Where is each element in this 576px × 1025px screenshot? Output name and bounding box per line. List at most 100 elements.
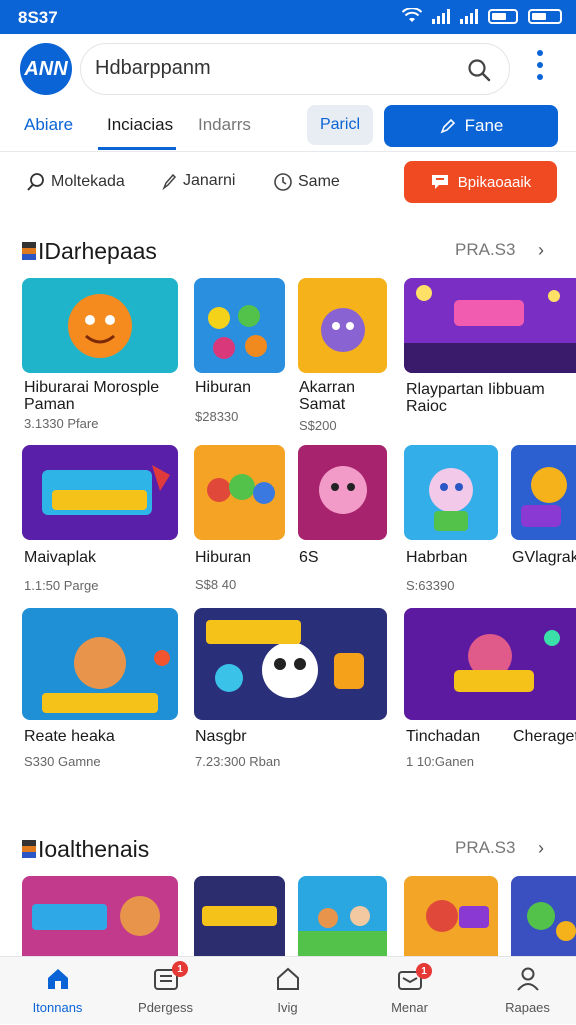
nav-progress[interactable]: 1 Pdergess <box>108 957 223 1025</box>
game-thumbnail[interactable] <box>511 445 576 540</box>
pill-button[interactable]: Paricl <box>307 105 373 145</box>
game-thumbnail[interactable] <box>194 608 387 720</box>
signal-icon-2 <box>460 8 478 24</box>
game-title[interactable]: Hiburan <box>195 379 251 396</box>
chat-icon <box>431 175 448 189</box>
search-icon[interactable] <box>467 58 491 82</box>
nav-ivig[interactable]: Ivig <box>230 957 345 1025</box>
game-art-17 <box>511 876 576 956</box>
tab-bar: Abiare Inciacias Indarrs Paricl Fane <box>0 102 576 152</box>
game-art-3 <box>298 278 387 373</box>
game-title[interactable]: Akarran Samat <box>299 379 389 413</box>
filter-label: Janarni <box>183 172 236 189</box>
pill-button-label: Paricl <box>319 116 360 133</box>
game-button[interactable]: Fane <box>384 105 558 147</box>
signal-icon <box>432 8 450 24</box>
game-thumbnail[interactable] <box>194 278 285 373</box>
status-icons <box>402 8 562 24</box>
game-art-16 <box>404 876 498 956</box>
battery-icon <box>488 8 518 24</box>
game-thumbnail[interactable] <box>22 876 178 956</box>
filter-same[interactable]: Same <box>273 172 340 192</box>
game-art-12 <box>404 608 576 720</box>
game-thumbnail[interactable] <box>404 876 498 956</box>
nav-home[interactable]: Itonnans <box>0 957 115 1025</box>
game-title[interactable]: Maivaplak <box>24 549 96 566</box>
battery-icon-2 <box>528 8 562 24</box>
filter-janarni[interactable]: Janarni <box>162 172 235 190</box>
filter-action-button[interactable]: Bpikaoaaik <box>404 161 557 203</box>
chevron-right-icon[interactable]: › <box>538 838 544 859</box>
game-art-13 <box>22 876 178 956</box>
game-thumbnail[interactable] <box>404 445 498 540</box>
game-thumbnail[interactable] <box>404 278 576 373</box>
game-thumbnail[interactable] <box>404 608 576 720</box>
tab-inciacias[interactable]: Inciacias <box>107 115 173 135</box>
game-thumbnail[interactable] <box>22 608 178 720</box>
game-price: S330 Gamne <box>24 754 101 769</box>
game-title[interactable]: Hiburarai Morosple Paman <box>24 379 184 413</box>
filter-moltekada[interactable]: Moltekada <box>26 172 125 192</box>
game-price: $28330 <box>195 409 239 424</box>
section-flag-icon <box>22 242 36 260</box>
clock-icon <box>274 173 292 191</box>
game-thumbnail[interactable] <box>511 876 576 956</box>
notification-badge: 1 <box>416 963 432 979</box>
nav-label: Rapaes <box>505 1000 550 1015</box>
search-input[interactable]: Hdbarppanm <box>95 57 211 80</box>
game-title[interactable]: Tinchadan <box>406 728 480 745</box>
house-outline-icon <box>277 967 299 990</box>
nav-label: Menar <box>391 1000 428 1015</box>
game-art-6 <box>194 445 285 540</box>
nav-profile[interactable]: Rapaes <box>470 957 576 1025</box>
tab-abiare[interactable]: Abiare <box>24 115 73 135</box>
game-art-4 <box>404 278 576 373</box>
game-price: 3.1330 Pfare <box>24 416 99 431</box>
game-price: S$8 40 <box>195 577 237 592</box>
filter-label: Same <box>298 173 340 190</box>
game-thumbnail[interactable] <box>22 445 178 540</box>
game-thumbnail[interactable] <box>194 876 285 956</box>
game-title[interactable]: Habrban <box>406 549 467 566</box>
game-thumbnail[interactable] <box>298 876 387 956</box>
nav-menar[interactable]: 1 Menar <box>352 957 467 1025</box>
status-time: 8S37 <box>18 8 58 27</box>
section-flag-icon <box>22 840 36 858</box>
game-art-11 <box>194 608 387 720</box>
search-small-icon <box>27 173 44 191</box>
game-art-15 <box>298 876 387 956</box>
section-more-link[interactable]: PRA.S3 <box>455 838 515 858</box>
game-art-9 <box>511 445 576 540</box>
game-title[interactable]: Nasgbr <box>195 728 247 745</box>
game-price: 1.1:50 Parge <box>24 578 99 593</box>
game-art-10 <box>22 608 178 720</box>
section-more-link[interactable]: PRA.S3 <box>455 240 515 260</box>
pen-icon <box>440 118 455 134</box>
tab-indarrs[interactable]: Indarrs <box>198 115 251 135</box>
game-art-14 <box>194 876 285 956</box>
game-art-7 <box>298 445 387 540</box>
game-title[interactable]: Reate heaka <box>24 728 115 745</box>
wifi-icon <box>402 8 422 22</box>
app-logo[interactable]: ANN <box>20 43 72 95</box>
game-price: S:63390 <box>406 578 455 593</box>
game-thumbnail[interactable] <box>194 445 285 540</box>
filter-row: Moltekada Janarni Same Bpikaoaaik <box>0 152 576 212</box>
game-title[interactable]: Rlaypartan Iibbuam Raioc <box>406 381 576 415</box>
more-options-icon[interactable] <box>532 50 548 80</box>
game-button-label: Fane <box>464 116 504 135</box>
game-title[interactable]: GVlagrak <box>512 549 576 566</box>
game-thumbnail[interactable] <box>298 445 387 540</box>
game-title[interactable]: Cheraget <box>513 728 576 745</box>
game-thumbnail[interactable] <box>22 278 178 373</box>
game-title[interactable]: Hiburan <box>195 549 251 566</box>
search-bar[interactable]: Hdbarppanm <box>80 43 510 95</box>
person-icon <box>517 967 539 991</box>
nav-label: Pdergess <box>138 1000 193 1015</box>
bottom-nav: Itonnans 1 Pdergess Ivig 1 Menar Rapaes <box>0 956 576 1024</box>
game-price: 1 10:Ganen <box>406 754 474 769</box>
game-art-2 <box>194 278 285 373</box>
game-title[interactable]: 6S <box>299 549 319 566</box>
chevron-right-icon[interactable]: › <box>538 240 544 261</box>
game-thumbnail[interactable] <box>298 278 387 373</box>
